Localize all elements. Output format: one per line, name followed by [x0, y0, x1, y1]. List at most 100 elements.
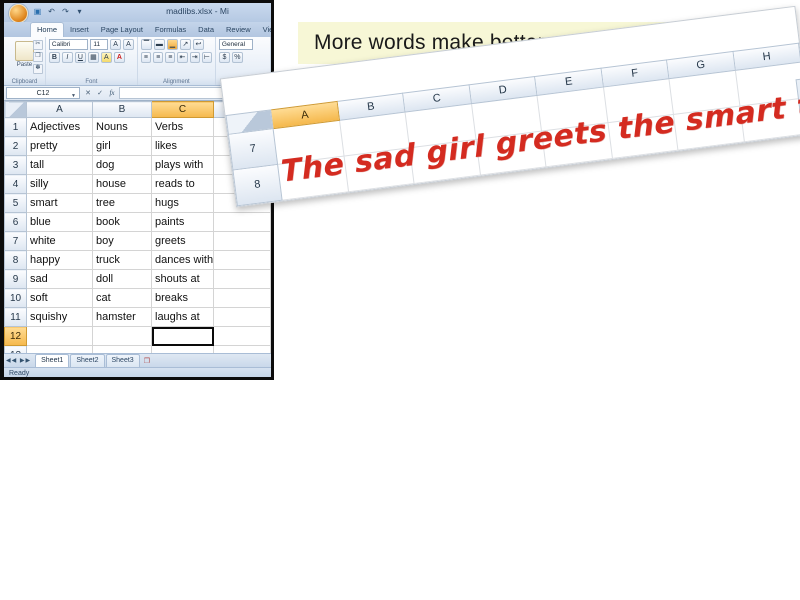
ribbon-tab-view[interactable]: View: [257, 23, 271, 37]
sheet-tab-sheet3[interactable]: Sheet3: [105, 354, 140, 367]
shrink-font-icon[interactable]: A: [123, 39, 134, 50]
cell-c3[interactable]: plays with: [151, 155, 214, 175]
ribbon-tab-review[interactable]: Review: [220, 23, 257, 37]
callout-cell-d8[interactable]: [476, 131, 547, 176]
ribbon-tab-page-layout[interactable]: Page Layout: [95, 23, 149, 37]
ribbon-tab-strip[interactable]: Home Insert Page Layout Formulas Data Re…: [4, 22, 271, 37]
cut-scissors-icon[interactable]: ✂: [32, 40, 43, 50]
row-header-4[interactable]: 4: [4, 174, 27, 194]
ribbon-tab-home[interactable]: Home: [30, 22, 65, 37]
grow-font-icon[interactable]: A: [110, 39, 122, 50]
cell-b13[interactable]: [92, 345, 152, 353]
callout-row-header-8[interactable]: 8: [232, 164, 283, 207]
cell-a7[interactable]: white: [26, 231, 93, 251]
cell-b12[interactable]: [92, 326, 152, 346]
copy-icon[interactable]: ❐: [32, 52, 43, 62]
borders-icon[interactable]: ▦: [87, 52, 99, 63]
decrease-indent-icon[interactable]: ⇤: [177, 52, 188, 63]
fill-color-icon[interactable]: A: [100, 52, 112, 63]
table-row[interactable]: 5 smart tree hugs: [4, 193, 271, 213]
callout-cell-a8[interactable]: [278, 156, 349, 201]
row-header-2[interactable]: 2: [4, 136, 27, 156]
sheet-tab-sheet1[interactable]: Sheet1: [35, 354, 70, 367]
table-row[interactable]: 9 sad doll shouts at: [4, 269, 271, 289]
ribbon-tab-insert[interactable]: Insert: [64, 23, 95, 37]
cell-a13[interactable]: [26, 345, 93, 353]
cell-c5[interactable]: hugs: [151, 193, 214, 213]
insert-worksheet-icon[interactable]: ❐: [141, 357, 153, 365]
row-header-13[interactable]: 13: [4, 345, 27, 353]
cell-d9[interactable]: [213, 269, 271, 289]
font-size-input[interactable]: 11: [90, 39, 109, 50]
cell-c10[interactable]: breaks: [151, 288, 214, 308]
insert-function-icon[interactable]: fx: [107, 89, 117, 97]
ribbon-tab-data[interactable]: Data: [192, 23, 220, 37]
cell-b10[interactable]: cat: [92, 288, 152, 308]
column-header-b[interactable]: B: [92, 101, 152, 118]
row-header-12[interactable]: 12: [4, 326, 27, 346]
merge-center-icon[interactable]: ⊢: [201, 52, 212, 63]
callout-cell-e8[interactable]: [542, 123, 613, 168]
row-header-1[interactable]: 1: [4, 117, 27, 137]
cell-d7[interactable]: [213, 231, 271, 251]
currency-format-icon[interactable]: $: [218, 52, 230, 63]
align-bottom-icon[interactable]: ▁: [166, 39, 178, 50]
cell-c12-selected[interactable]: [151, 326, 214, 346]
sheet-tab-bar[interactable]: ◀◀ ▶▶ Sheet1 Sheet2 Sheet3 ❐: [4, 353, 271, 367]
cell-c9[interactable]: shouts at: [151, 269, 214, 289]
name-box[interactable]: C12 ▼: [6, 87, 80, 99]
cell-a1[interactable]: Adjectives: [26, 117, 93, 137]
font-color-icon[interactable]: A: [113, 52, 125, 63]
cell-b6[interactable]: book: [92, 212, 152, 232]
callout-cell-h8[interactable]: [739, 98, 800, 143]
cell-a3[interactable]: tall: [26, 155, 93, 175]
cell-c2[interactable]: likes: [151, 136, 214, 156]
paste-icon[interactable]: [14, 41, 34, 61]
row-header-8[interactable]: 8: [4, 250, 27, 270]
cell-a6[interactable]: blue: [26, 212, 93, 232]
cell-c6[interactable]: paints: [151, 212, 214, 232]
callout-cell-f8[interactable]: [608, 114, 679, 159]
cell-a10[interactable]: soft: [26, 288, 93, 308]
table-row[interactable]: 12: [4, 326, 271, 346]
align-left-icon[interactable]: ≡: [140, 52, 152, 63]
percent-format-icon[interactable]: %: [231, 52, 243, 63]
column-header-a[interactable]: A: [26, 101, 93, 118]
align-center-icon[interactable]: ≡: [153, 52, 164, 63]
format-painter-icon[interactable]: ✽: [32, 64, 43, 74]
cell-b5[interactable]: tree: [92, 193, 152, 213]
cell-a11[interactable]: squishy: [26, 307, 93, 327]
row-header-5[interactable]: 5: [4, 193, 27, 213]
font-name-input[interactable]: Calibri: [48, 39, 89, 50]
cell-d12[interactable]: [213, 326, 271, 346]
row-header-7[interactable]: 7: [4, 231, 27, 251]
row-header-9[interactable]: 9: [4, 269, 27, 289]
align-middle-icon[interactable]: ▬: [153, 39, 165, 50]
row-header-3[interactable]: 3: [4, 155, 27, 175]
callout-cell-b8[interactable]: [344, 148, 415, 193]
cell-c7[interactable]: greets: [151, 231, 214, 251]
cell-b9[interactable]: doll: [92, 269, 152, 289]
column-header-c[interactable]: C: [151, 101, 214, 118]
orientation-icon[interactable]: ↗: [179, 39, 191, 50]
cell-d8[interactable]: [213, 250, 271, 270]
row-header-11[interactable]: 11: [4, 307, 27, 327]
cell-d6[interactable]: [213, 212, 271, 232]
table-row[interactable]: 11 squishy hamster laughs at: [4, 307, 271, 327]
increase-indent-icon[interactable]: ⇥: [189, 52, 200, 63]
table-row[interactable]: 10 soft cat breaks: [4, 288, 271, 308]
cell-a2[interactable]: pretty: [26, 136, 93, 156]
accept-formula-icon[interactable]: ✓: [95, 89, 105, 97]
excel-window[interactable]: ▣ ↶ ↷ ▾ madlibs.xlsx - Mi Home Insert Pa…: [0, 0, 274, 380]
table-row[interactable]: 8 happy truck dances with: [4, 250, 271, 270]
cell-c11[interactable]: laughs at: [151, 307, 214, 327]
cell-a12[interactable]: [26, 326, 93, 346]
number-format-select[interactable]: General: [218, 39, 253, 50]
align-right-icon[interactable]: ≡: [165, 52, 176, 63]
table-row[interactable]: 7 white boy greets: [4, 231, 271, 251]
cell-a8[interactable]: happy: [26, 250, 93, 270]
wrap-text-icon[interactable]: ↩: [192, 39, 204, 50]
cell-b3[interactable]: dog: [92, 155, 152, 175]
cell-b1[interactable]: Nouns: [92, 117, 152, 137]
ribbon-tab-formulas[interactable]: Formulas: [149, 23, 192, 37]
